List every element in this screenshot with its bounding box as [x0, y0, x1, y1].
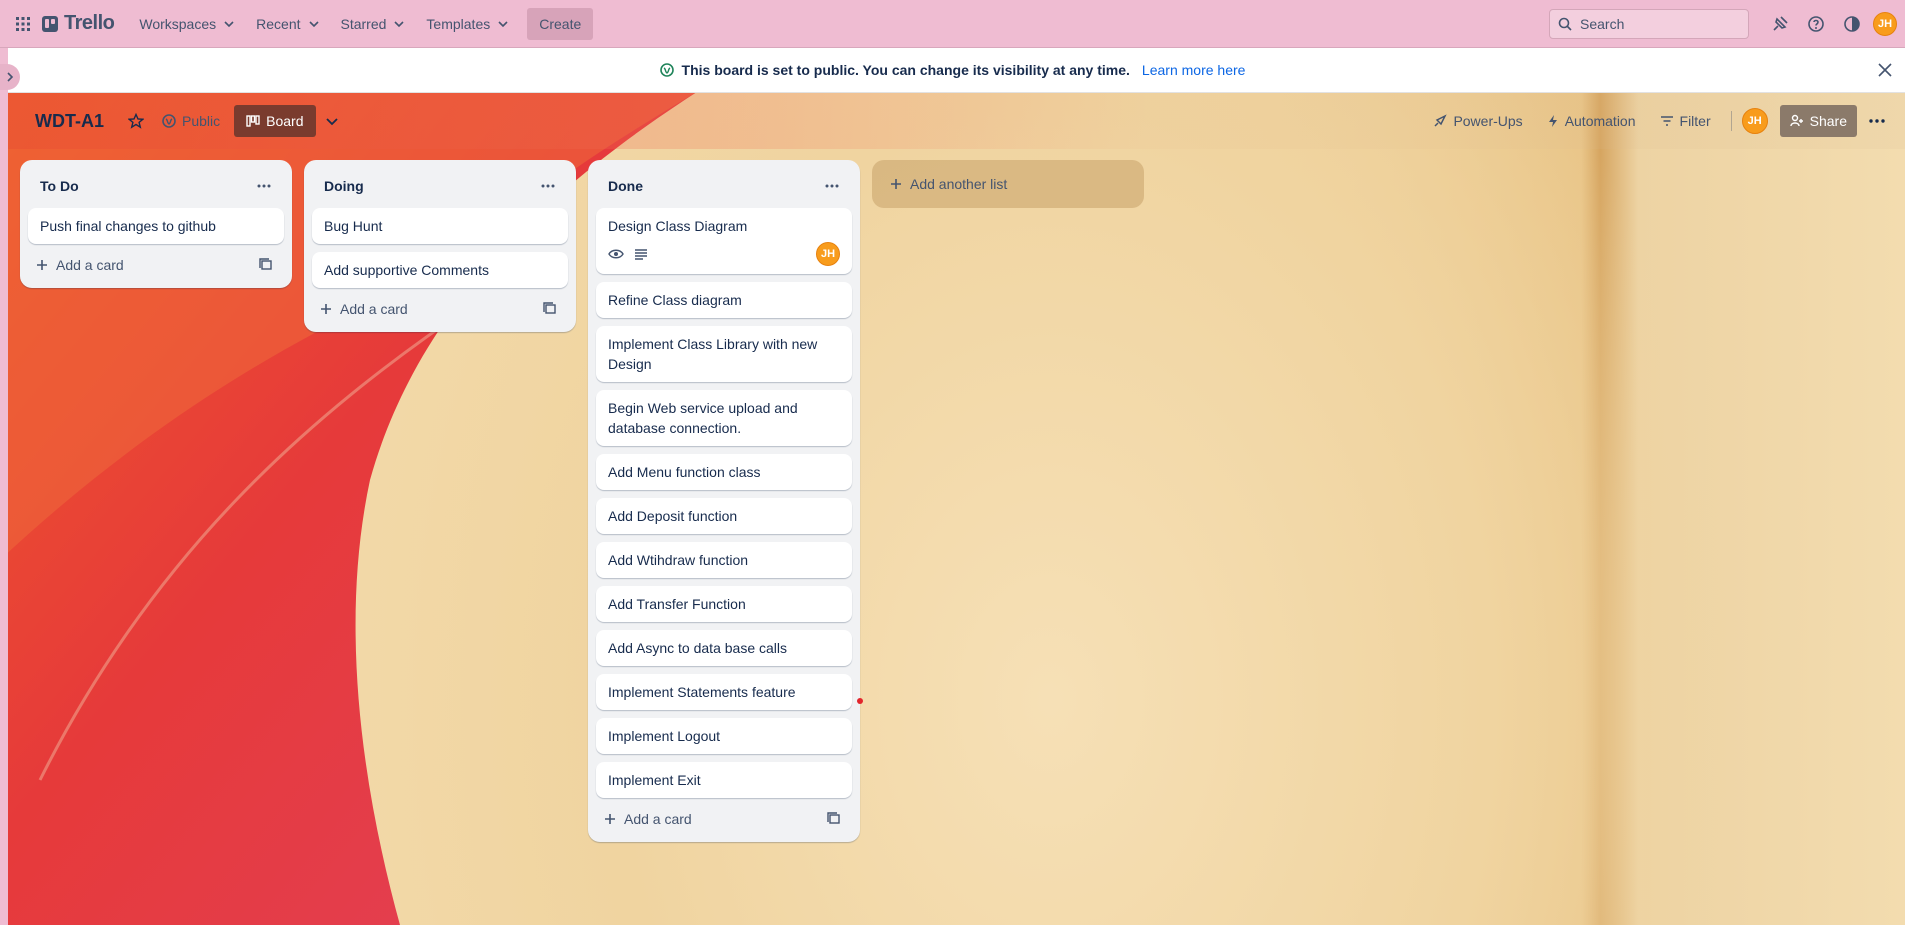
- app-switcher-icon[interactable]: [8, 8, 38, 40]
- top-navigation: Trello Workspaces Recent Starred Templat…: [0, 0, 1905, 48]
- list-header: Done: [596, 168, 852, 204]
- list-menu-icon[interactable]: [252, 174, 276, 198]
- trello-logo-icon: [42, 15, 58, 32]
- card[interactable]: Add supportive Comments: [312, 252, 568, 288]
- add-person-icon: [1789, 114, 1803, 127]
- view-switcher-chevron-icon[interactable]: [316, 105, 348, 137]
- share-button[interactable]: Share: [1779, 105, 1857, 137]
- nav-recent[interactable]: Recent: [245, 8, 329, 40]
- card[interactable]: Implement Class Library with new Design: [596, 326, 852, 382]
- list-doing[interactable]: Doing Bug Hunt Add supportive Comments A…: [304, 160, 576, 332]
- card-list: Push final changes to github: [28, 208, 284, 244]
- board-icon: [246, 115, 260, 127]
- card[interactable]: Implement Logout: [596, 718, 852, 754]
- list-title[interactable]: To Do: [40, 178, 79, 194]
- drag-indicator-dot: [857, 698, 863, 704]
- list-header: To Do: [28, 168, 284, 204]
- filter-button[interactable]: Filter: [1650, 105, 1721, 137]
- card[interactable]: Implement Exit: [596, 762, 852, 798]
- add-card-row: Add a card: [312, 288, 568, 324]
- nav-workspaces[interactable]: Workspaces: [128, 8, 245, 40]
- card-badges: JH: [608, 242, 840, 266]
- add-card-button[interactable]: Add a card: [320, 301, 408, 317]
- theme-toggle-icon[interactable]: [1837, 9, 1867, 39]
- create-from-template-icon[interactable]: [538, 297, 562, 321]
- chevron-down-icon: [394, 20, 404, 27]
- search-icon: [1558, 17, 1572, 31]
- plus-icon: [891, 179, 901, 189]
- power-ups-button[interactable]: Power-Ups: [1423, 105, 1532, 137]
- description-icon: [635, 249, 647, 260]
- card-title: Design Class Diagram: [608, 218, 748, 234]
- card[interactable]: Begin Web service upload and database co…: [596, 390, 852, 446]
- chevron-down-icon: [308, 20, 319, 27]
- globe-icon: [162, 114, 176, 128]
- add-another-list-button[interactable]: Add another list: [872, 160, 1144, 208]
- add-card-button[interactable]: Add a card: [36, 257, 124, 273]
- watch-eye-icon: [608, 249, 624, 259]
- visibility-banner: This board is set to public. You can cha…: [0, 48, 1905, 93]
- lightning-icon: [1548, 115, 1557, 127]
- nav-templates[interactable]: Templates: [415, 8, 519, 40]
- more-options-icon[interactable]: [1861, 105, 1893, 137]
- help-icon[interactable]: [1801, 9, 1831, 39]
- create-from-template-icon[interactable]: [822, 807, 846, 831]
- trello-logo[interactable]: Trello: [42, 12, 115, 35]
- nav-starred[interactable]: Starred: [330, 8, 416, 40]
- chevron-down-icon: [224, 20, 234, 27]
- notifications-icon[interactable]: [1765, 9, 1795, 39]
- create-from-template-icon[interactable]: [254, 253, 278, 277]
- close-icon[interactable]: [1875, 60, 1895, 80]
- board-member-avatar[interactable]: JH: [1741, 108, 1768, 134]
- board-view-button[interactable]: Board: [234, 105, 316, 137]
- list-menu-icon[interactable]: [536, 174, 560, 198]
- list-title[interactable]: Done: [608, 178, 643, 194]
- visibility-button[interactable]: Public: [152, 105, 230, 137]
- banner-text: This board is set to public. You can cha…: [681, 62, 1130, 78]
- filter-icon: [1660, 116, 1673, 126]
- card[interactable]: Bug Hunt: [312, 208, 568, 244]
- card[interactable]: Add Transfer Function: [596, 586, 852, 622]
- card[interactable]: Implement Statements feature: [596, 674, 852, 710]
- add-card-row: Add a card: [596, 798, 852, 834]
- plus-icon: [605, 814, 615, 824]
- card[interactable]: Add Async to data base calls: [596, 630, 852, 666]
- card-list: Design Class Diagram JH Refine Class dia…: [596, 208, 852, 798]
- board-header: WDT-A1 Public Board Power-Ups Automation…: [8, 93, 1905, 149]
- divider: [1730, 111, 1732, 131]
- list-title[interactable]: Doing: [324, 178, 364, 194]
- learn-more-link[interactable]: Learn more here: [1142, 62, 1246, 78]
- card[interactable]: Add Menu function class: [596, 454, 852, 490]
- list-to-do[interactable]: To Do Push final changes to github Add a…: [20, 160, 292, 288]
- card[interactable]: Add Deposit function: [596, 498, 852, 534]
- list-done[interactable]: Done Design Class Diagram JH Refine Clas…: [588, 160, 860, 842]
- chevron-down-icon: [498, 20, 508, 27]
- create-button[interactable]: Create: [527, 7, 594, 40]
- card[interactable]: Design Class Diagram JH: [596, 208, 852, 274]
- star-icon[interactable]: [120, 105, 152, 137]
- list-menu-icon[interactable]: [820, 174, 844, 198]
- user-avatar[interactable]: JH: [1873, 11, 1897, 36]
- card[interactable]: Push final changes to github: [28, 208, 284, 244]
- card-member-avatar[interactable]: JH: [816, 242, 840, 266]
- rocket-icon: [1434, 114, 1448, 127]
- sidebar-collapsed: [0, 48, 8, 925]
- card[interactable]: Add Wtihdraw function: [596, 542, 852, 578]
- board-lists: To Do Push final changes to github Add a…: [20, 160, 1144, 842]
- plus-icon: [37, 260, 47, 270]
- globe-icon: [659, 63, 674, 77]
- search-input[interactable]: Search: [1549, 8, 1749, 39]
- list-header: Doing: [312, 168, 568, 204]
- board-title[interactable]: WDT-A1: [35, 111, 104, 132]
- card[interactable]: Refine Class diagram: [596, 282, 852, 318]
- add-card-row: Add a card: [28, 244, 284, 280]
- card-list: Bug Hunt Add supportive Comments: [312, 208, 568, 288]
- add-card-button[interactable]: Add a card: [604, 811, 692, 827]
- automation-button[interactable]: Automation: [1537, 105, 1646, 137]
- plus-icon: [321, 304, 331, 314]
